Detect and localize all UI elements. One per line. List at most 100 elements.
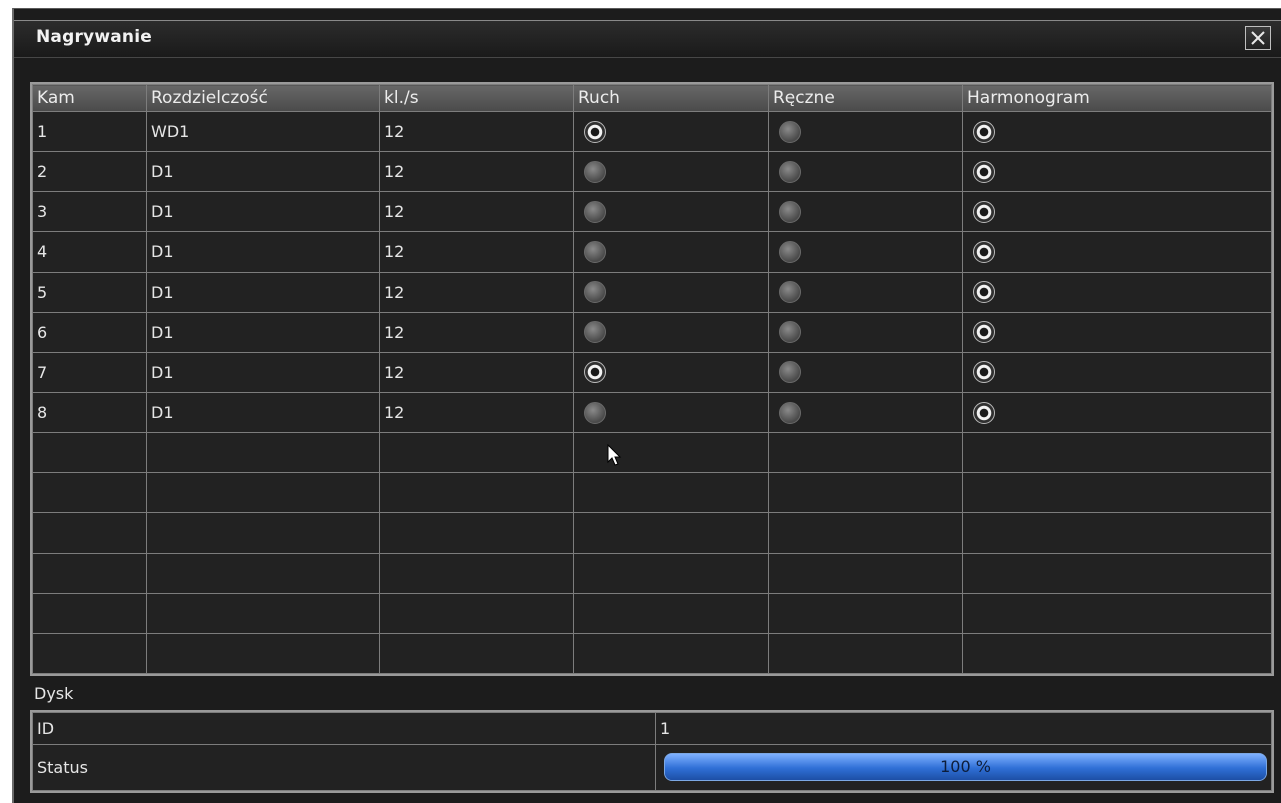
empty-table-row [32, 632, 1272, 675]
empty-cell [962, 472, 1272, 514]
empty-cell [573, 472, 769, 514]
manual-radio-button[interactable] [779, 361, 801, 384]
schedule-radio-button[interactable] [973, 160, 995, 183]
schedule-radio-button[interactable] [973, 240, 995, 263]
empty-table-row [32, 512, 1272, 554]
disk-id-value: 1 [655, 712, 1272, 745]
empty-cell [32, 472, 147, 514]
disk-table: ID 1 Status 100 % [30, 710, 1274, 793]
table-row[interactable]: 2 D1 12 [32, 151, 1272, 193]
table-row[interactable]: 5 D1 12 [32, 271, 1272, 313]
schedule-cell [962, 351, 1272, 393]
empty-cell [573, 432, 769, 474]
close-button[interactable] [1245, 26, 1271, 50]
schedule-radio-button[interactable] [973, 401, 995, 424]
empty-table-row [32, 432, 1272, 474]
empty-cell [768, 432, 963, 474]
schedule-radio-button[interactable] [973, 361, 995, 384]
manual-cell [768, 391, 963, 434]
manual-cell [768, 231, 963, 273]
resolution-cell: D1 [146, 191, 380, 233]
camera-number: 8 [32, 391, 147, 434]
fps-cell: 12 [379, 271, 574, 313]
fps-cell: 12 [379, 311, 574, 353]
empty-cell [146, 432, 380, 474]
disk-id-label: ID [32, 712, 656, 745]
empty-cell [962, 432, 1272, 474]
manual-cell [768, 351, 963, 393]
table-row[interactable]: 4 D1 12 [32, 231, 1272, 273]
mouse-cursor-icon [607, 444, 622, 466]
motion-radio-button[interactable] [584, 401, 606, 424]
motion-radio-button[interactable] [584, 120, 606, 143]
empty-cell [768, 472, 963, 514]
camera-number: 6 [32, 311, 147, 353]
motion-radio-button[interactable] [584, 160, 606, 183]
titlebar: Nagrywanie [14, 20, 1281, 58]
disk-status-row: Status 100 % [32, 743, 1272, 792]
empty-table-row [32, 552, 1272, 594]
schedule-cell [962, 191, 1272, 233]
schedule-radio-button[interactable] [973, 321, 995, 344]
motion-radio-button[interactable] [584, 240, 606, 263]
manual-radio-button[interactable] [779, 120, 801, 143]
column-header-motion: Ruch [573, 84, 769, 112]
manual-radio-button[interactable] [779, 240, 801, 263]
motion-cell [573, 151, 769, 193]
schedule-radio-button[interactable] [973, 281, 995, 304]
empty-cell [32, 592, 147, 634]
table-row[interactable]: 7 D1 12 [32, 351, 1272, 393]
fps-cell: 12 [379, 391, 574, 434]
camera-number: 7 [32, 351, 147, 393]
manual-radio-button[interactable] [779, 321, 801, 344]
empty-cell [146, 552, 380, 594]
empty-cell [32, 552, 147, 594]
resolution-cell: D1 [146, 151, 380, 193]
schedule-radio-button[interactable] [973, 200, 995, 223]
motion-cell [573, 391, 769, 434]
close-icon [1251, 31, 1265, 45]
motion-radio-button[interactable] [584, 361, 606, 384]
motion-cell [573, 311, 769, 353]
camera-number: 2 [32, 151, 147, 193]
empty-cell [146, 632, 380, 675]
table-row[interactable]: 3 D1 12 [32, 191, 1272, 233]
recording-table: Kam Rozdzielczość kl./s Ruch Ręczne Harm… [30, 82, 1274, 676]
fps-cell: 12 [379, 151, 574, 193]
empty-table-row [32, 592, 1272, 634]
empty-cell [379, 592, 574, 634]
empty-cell [573, 512, 769, 554]
empty-cell [146, 512, 380, 554]
motion-radio-button[interactable] [584, 281, 606, 304]
manual-radio-button[interactable] [779, 200, 801, 223]
window-title: Nagrywanie [36, 27, 152, 47]
manual-radio-button[interactable] [779, 401, 801, 424]
empty-table-row [32, 472, 1272, 514]
manual-radio-button[interactable] [779, 160, 801, 183]
empty-cell [379, 552, 574, 594]
table-header-row: Kam Rozdzielczość kl./s Ruch Ręczne Harm… [32, 84, 1272, 112]
disk-section-label: Dysk [34, 684, 74, 703]
camera-number: 4 [32, 231, 147, 273]
schedule-cell [962, 231, 1272, 273]
motion-radio-button[interactable] [584, 200, 606, 223]
empty-cell [573, 632, 769, 675]
schedule-radio-button[interactable] [973, 120, 995, 143]
manual-cell [768, 191, 963, 233]
motion-cell [573, 271, 769, 313]
disk-status-text: 100 % [940, 757, 991, 777]
manual-radio-button[interactable] [779, 281, 801, 304]
table-row[interactable]: 6 D1 12 [32, 311, 1272, 353]
empty-cell [962, 632, 1272, 675]
resolution-cell: WD1 [146, 110, 380, 153]
empty-cell [379, 512, 574, 554]
empty-cell [379, 632, 574, 675]
empty-cell [962, 512, 1272, 554]
fps-cell: 12 [379, 351, 574, 393]
motion-radio-button[interactable] [584, 321, 606, 344]
table-row[interactable]: 1 WD1 12 [32, 110, 1272, 153]
column-header-manual: Ręczne [768, 84, 963, 112]
resolution-cell: D1 [146, 231, 380, 273]
table-row[interactable]: 8 D1 12 [32, 391, 1272, 434]
schedule-cell [962, 110, 1272, 153]
